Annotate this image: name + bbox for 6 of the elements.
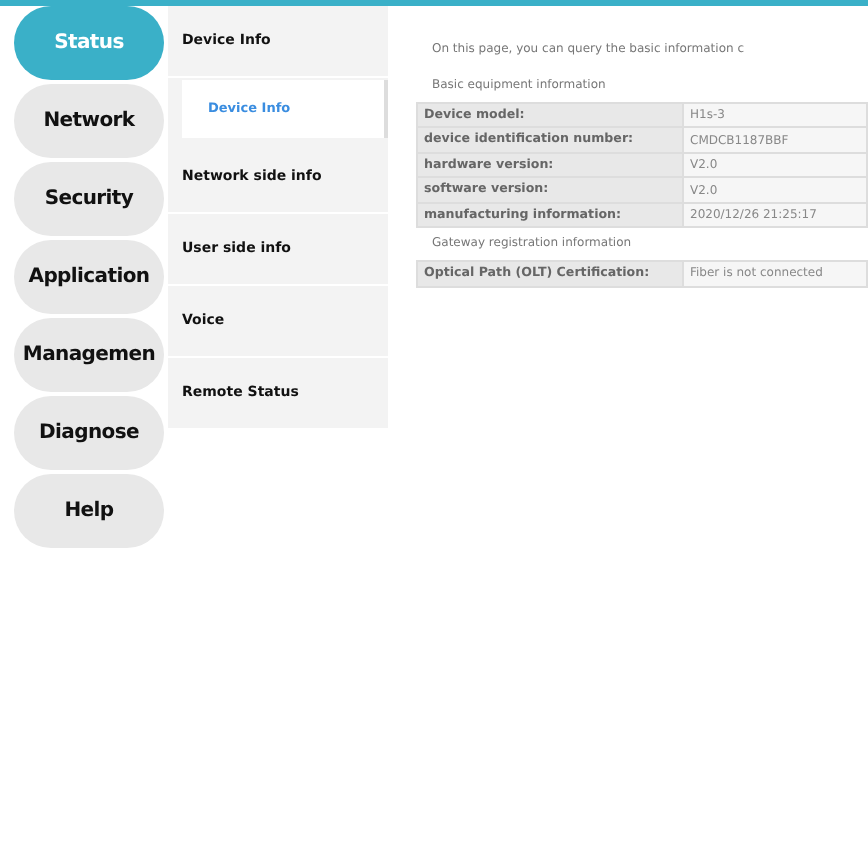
nav-tab[interactable]: Managemen	[14, 318, 164, 392]
nav-tab[interactable]: Diagnose	[14, 396, 164, 470]
nav-tab[interactable]: Application	[14, 240, 164, 314]
nav-tab[interactable]: Network	[14, 84, 164, 158]
nav-tab[interactable]: Security	[14, 162, 164, 236]
nav-tab[interactable]: Help	[14, 474, 164, 548]
